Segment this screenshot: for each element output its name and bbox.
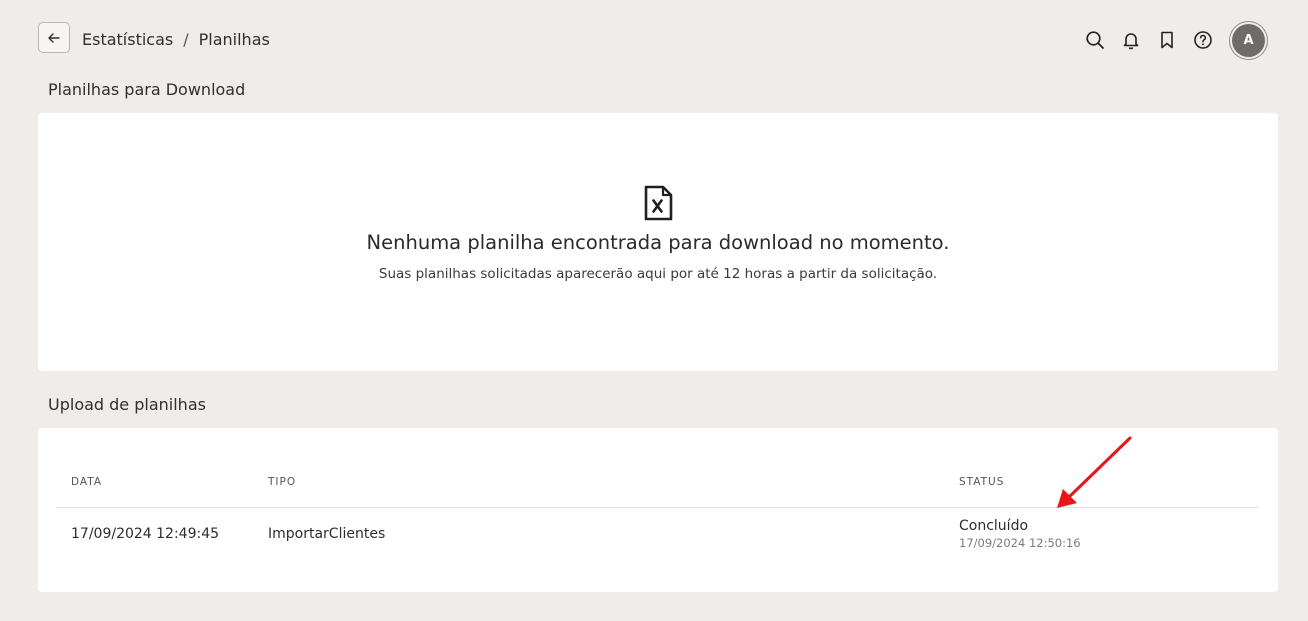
file-x-icon bbox=[644, 185, 673, 221]
status-timestamp: 17/09/2024 12:50:16 bbox=[959, 536, 1081, 550]
avatar: A bbox=[1232, 23, 1265, 57]
column-header-tipo: TIPO bbox=[268, 476, 297, 488]
download-card: Nenhuma planilha encontrada para downloa… bbox=[38, 113, 1278, 371]
breadcrumb-item-planilhas: Planilhas bbox=[198, 29, 270, 49]
empty-state-title: Nenhuma planilha encontrada para downloa… bbox=[366, 231, 950, 254]
user-avatar-button[interactable]: A bbox=[1229, 20, 1268, 60]
bell-icon[interactable] bbox=[1119, 28, 1143, 52]
breadcrumb-item-estatisticas[interactable]: Estatísticas bbox=[82, 30, 173, 49]
breadcrumb: Estatísticas / Planilhas bbox=[82, 28, 270, 50]
breadcrumb-separator: / bbox=[183, 29, 189, 49]
bookmark-icon[interactable] bbox=[1155, 28, 1179, 52]
empty-state-subtitle: Suas planilhas solicitadas aparecerão aq… bbox=[378, 266, 938, 282]
header-actions: A bbox=[1071, 20, 1268, 60]
download-section-title: Planilhas para Download bbox=[48, 80, 246, 99]
status-text: Concluído bbox=[959, 518, 1029, 534]
top-bar: Estatísticas / Planilhas A bbox=[0, 0, 1308, 78]
column-header-data: DATA bbox=[71, 476, 103, 488]
cell-tipo: ImportarClientes bbox=[268, 526, 386, 542]
search-icon[interactable] bbox=[1083, 28, 1107, 52]
back-button[interactable] bbox=[38, 22, 70, 53]
column-header-status: STATUS bbox=[959, 476, 1005, 488]
upload-section-title: Upload de planilhas bbox=[48, 395, 206, 414]
cell-data: 17/09/2024 12:49:45 bbox=[71, 526, 220, 542]
arrow-left-icon bbox=[48, 32, 60, 43]
help-icon[interactable] bbox=[1191, 28, 1215, 52]
annotation-arrow bbox=[1057, 436, 1132, 508]
